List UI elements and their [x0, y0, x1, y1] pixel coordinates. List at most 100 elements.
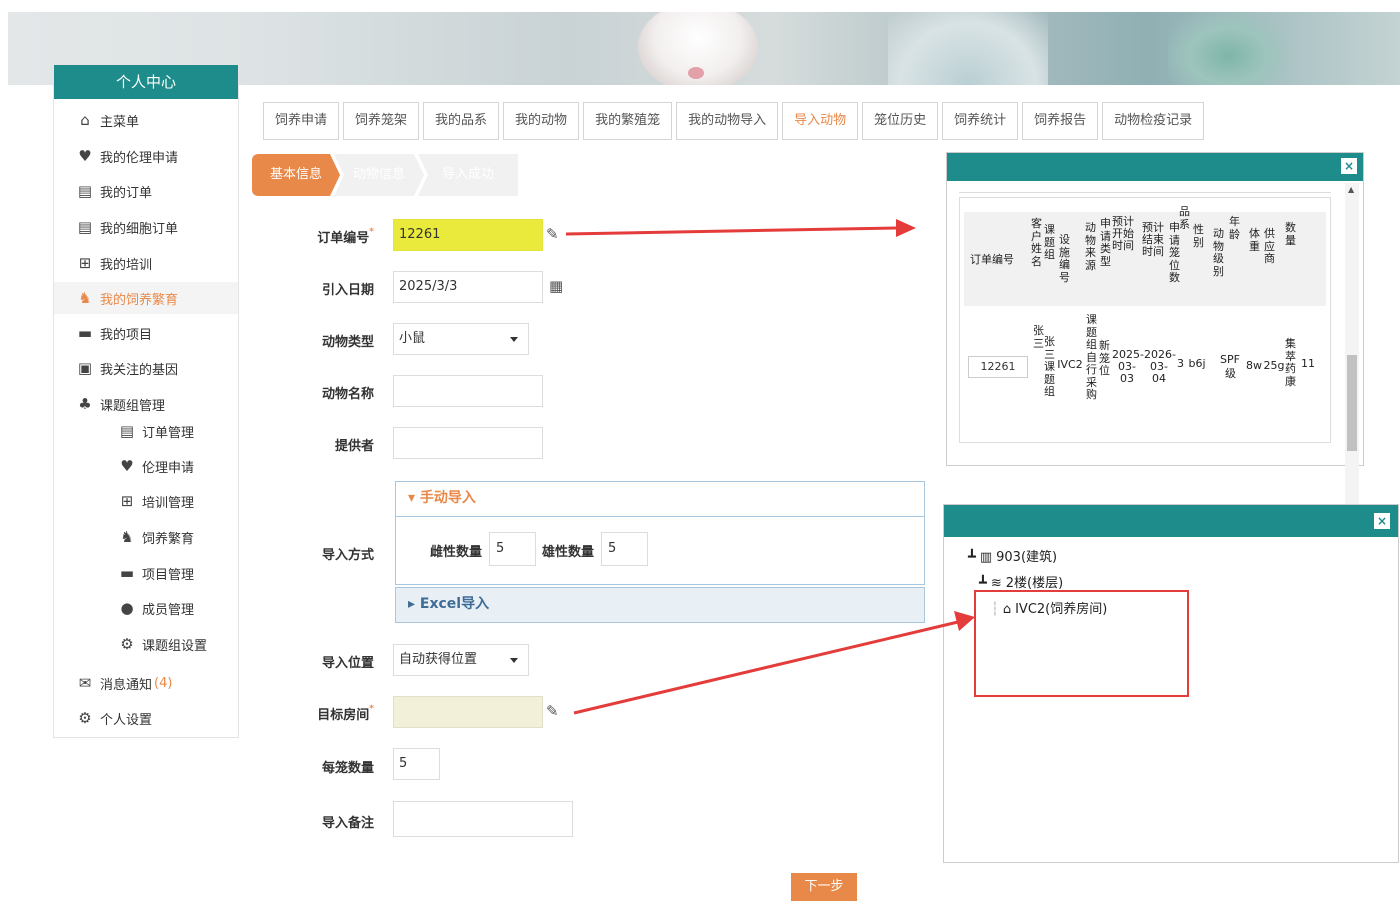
bars-icon: ▬	[119, 564, 135, 582]
sidebar-item-3[interactable]: ▤ 我的细胞订单	[54, 211, 238, 243]
sidebar-item-9[interactable]: ▤ 订单管理	[54, 415, 238, 447]
sidebar-item-label: 我关注的基因	[100, 362, 179, 378]
tab-0[interactable]: 饲养申请	[263, 102, 340, 140]
sidebar-item-12[interactable]: ♞ 饲养繁育	[54, 521, 238, 553]
order-row-button[interactable]: 12261	[968, 356, 1028, 378]
tab-9[interactable]: 饲养报告	[1022, 102, 1099, 140]
bars-icon: ▬	[77, 324, 93, 342]
table-header-cell: 数量	[1285, 221, 1296, 247]
room-popup-header: ×	[944, 505, 1398, 537]
tab-3[interactable]: 我的动物	[503, 102, 580, 140]
home-icon: ⌂	[80, 111, 90, 129]
sidebar-item-label: 我的细胞订单	[100, 221, 179, 237]
tab-6[interactable]: 导入动物	[782, 102, 859, 140]
next-button[interactable]: 下一步	[791, 873, 857, 901]
training-icon: ⊞	[120, 492, 134, 510]
remark-input[interactable]	[393, 801, 573, 837]
table-header-cell: 预计结束时间	[1142, 221, 1164, 258]
banner-glassware	[888, 12, 1048, 85]
sidebar-item-16[interactable]: ✉ 消息通知 (4)	[54, 667, 238, 699]
order-select-popup: × 订单编号 客户姓名 课题组 设施编号 动物来源 申请类型 预计开始时间 预计结束时间 申请笼…	[946, 152, 1364, 585]
sidebar-item-10[interactable]: ♥ 伦理申请	[54, 450, 238, 482]
scroll-up-icon[interactable]: ▲	[1348, 185, 1354, 194]
banner-flask	[1168, 12, 1288, 85]
tree-node-floor[interactable]: ┻ ≋ 2楼(楼层)	[979, 572, 1063, 591]
excel-import-header[interactable]: ▸ Excel导入	[396, 588, 924, 622]
location-value: 自动获得位置	[399, 652, 478, 667]
sidebar-item-6[interactable]: ▬ 我的项目	[54, 317, 238, 349]
animal-name-input[interactable]	[393, 375, 543, 407]
monitor-icon: ▣	[77, 359, 93, 377]
tree-line-icon: ┻	[968, 550, 976, 565]
table-cell: 新笼位	[1099, 339, 1110, 377]
female-label: 雌性数量	[430, 545, 483, 560]
scroll-thumb[interactable]	[1347, 355, 1357, 451]
tab-2[interactable]: 我的品系	[423, 102, 500, 140]
sidebar-item-1[interactable]: ♥ 我的伦理申请	[54, 140, 238, 172]
manual-import-panel: ▾ 手动导入 雌性数量 5 雄性数量 5	[395, 481, 925, 585]
sidebar-item-4[interactable]: ⊞ 我的培训	[54, 247, 238, 279]
chevron-down-icon	[510, 337, 518, 342]
sidebar-item-15[interactable]: ⚙ 课题组设置	[54, 628, 238, 660]
calendar-icon[interactable]: ▦	[549, 277, 563, 295]
table-header-cell: 申请笼位数	[1169, 221, 1180, 284]
sidebar-title: 个人中心	[54, 65, 238, 99]
date-input[interactable]: 2025/3/3	[393, 271, 543, 303]
tab-7[interactable]: 笼位历史	[862, 102, 939, 140]
per-cage-label: 每笼数量	[321, 761, 374, 776]
table-cell: 11	[1301, 357, 1315, 370]
location-select[interactable]: 自动获得位置	[393, 644, 529, 676]
animal-type-select[interactable]: 小鼠	[393, 323, 529, 355]
sidebar-item-label: 课题组设置	[142, 638, 208, 654]
table-cell: 8w	[1246, 359, 1262, 372]
target-room-label: 目标房间*	[317, 704, 374, 723]
table-header-cell: 性别	[1193, 223, 1204, 249]
excel-import-panel: ▸ Excel导入	[395, 587, 925, 623]
tab-8[interactable]: 饲养统计	[942, 102, 1019, 140]
sidebar-item-label: 课题组管理	[100, 398, 166, 414]
remark-label: 导入备注	[321, 816, 374, 831]
provider-label: 提供者	[334, 439, 374, 454]
org-icon: ♣	[78, 395, 92, 413]
per-cage-input[interactable]: 5	[393, 748, 440, 780]
picker-icon[interactable]: ✎	[546, 702, 559, 720]
sidebar-item-11[interactable]: ⊞ 培训管理	[54, 485, 238, 517]
manual-import-header[interactable]: ▾ 手动导入	[396, 482, 924, 516]
tab-4[interactable]: 我的繁殖笼	[583, 102, 673, 140]
arrow-order-head	[896, 219, 916, 237]
close-icon[interactable]: ×	[1341, 158, 1357, 174]
tab-5[interactable]: 我的动物导入	[676, 102, 779, 140]
tab-1[interactable]: 饲养笼架	[343, 102, 420, 140]
sidebar-item-13[interactable]: ▬ 项目管理	[54, 557, 238, 589]
provider-input[interactable]	[393, 427, 543, 459]
banner-mouse-nose	[688, 67, 704, 79]
order-no-input[interactable]: 12261	[393, 219, 543, 251]
sidebar-item-label: 项目管理	[142, 567, 195, 583]
target-room-input[interactable]	[393, 696, 543, 728]
sidebar-item-label: 成员管理	[142, 602, 195, 618]
clipboard-icon: ▤	[77, 218, 93, 236]
sidebar-item-label: 主菜单	[100, 114, 140, 130]
tree-line-icon: ┻	[979, 576, 987, 591]
tab-10[interactable]: 动物检疫记录	[1102, 102, 1205, 140]
tree-node-building[interactable]: ┻ ▥ 903(建筑)	[968, 546, 1057, 565]
animal-name-label: 动物名称	[321, 387, 374, 402]
table-header-cell: 设施编号	[1059, 233, 1070, 284]
table-cell: 集萃药康	[1285, 337, 1296, 388]
female-count-input[interactable]: 5	[489, 532, 536, 566]
sidebar-item-0[interactable]: ⌂ 主菜单	[54, 104, 238, 136]
order-table: 订单编号 客户姓名 课题组 设施编号 动物来源 申请类型 预计开始时间 预计结束时间 申请笼位数…	[959, 197, 1331, 443]
sidebar-item-label: 培训管理	[142, 495, 195, 511]
sidebar-item-17[interactable]: ⚙ 个人设置	[54, 702, 238, 734]
sidebar-item-2[interactable]: ▤ 我的订单	[54, 175, 238, 207]
male-count-input[interactable]: 5	[601, 532, 648, 566]
arrow-order-line	[565, 226, 897, 236]
close-icon[interactable]: ×	[1374, 513, 1390, 529]
sidebar-item-label: 我的培训	[100, 257, 153, 273]
sidebar-item-label: 我的订单	[100, 185, 153, 201]
animal-icon: ♞	[120, 528, 134, 546]
picker-icon[interactable]: ✎	[546, 225, 559, 243]
sidebar-item-14[interactable]: ● 成员管理	[54, 592, 238, 624]
sidebar-item-7[interactable]: ▣ 我关注的基因	[54, 352, 238, 384]
sidebar-item-5[interactable]: ♞ 我的饲养繁育	[54, 282, 238, 314]
